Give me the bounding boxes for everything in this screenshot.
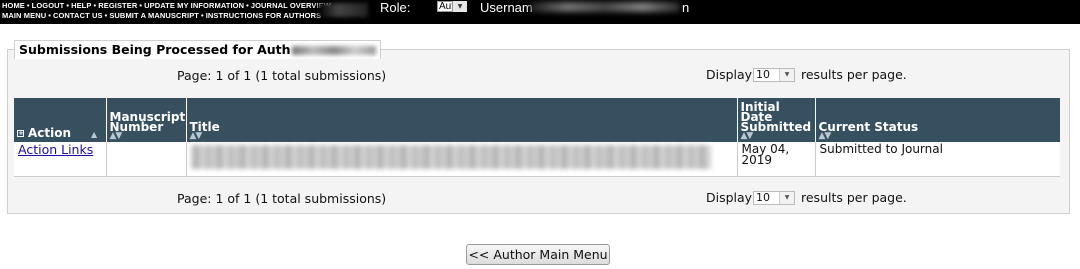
nav-register-link[interactable]: REGISTER — [98, 1, 137, 10]
nav-row-1: HOME • LOGOUT • HELP • REGISTER • UPDATE MY INFO… — [2, 1, 331, 10]
chevron-down-icon[interactable]: ▼ — [779, 69, 794, 81]
column-header-manuscript-number[interactable]: Manuscript Number ▲▼ — [106, 98, 187, 142]
display-label-top: Display — [706, 67, 753, 82]
nav-separator: • — [93, 1, 97, 10]
redacted-nav-area — [318, 3, 368, 17]
redacted-author-name — [291, 46, 376, 55]
nav-submit-manuscript-link[interactable]: SUBMIT A MANUSCRIPT — [109, 11, 199, 20]
per-page-value-top: 10 — [756, 68, 770, 81]
username-tail: n — [682, 0, 690, 15]
nav-home-link[interactable]: HOME — [2, 1, 25, 10]
nav-separator: • — [201, 11, 204, 20]
per-page-select-top[interactable]: 10 ▼ — [753, 68, 795, 82]
chevron-down-icon[interactable]: ▼ — [452, 1, 467, 12]
table-header-row: + Action ▲ Manuscript Number ▲▼ Title ▲▼ I… — [14, 98, 1060, 142]
manuscript-number-cell — [106, 142, 187, 176]
nav-row-2: MAIN MENU • CONTACT US • SUBMIT A MANUSCRIPT… — [2, 11, 321, 20]
results-per-page-label-bottom: results per page. — [801, 190, 907, 205]
redacted-username — [530, 2, 680, 12]
username-label: Usernam — [480, 0, 533, 15]
role-label: Role: — [380, 0, 411, 15]
nav-separator: • — [48, 11, 51, 20]
nav-contact-us-link[interactable]: CONTACT US — [53, 11, 103, 20]
nav-logout-link[interactable]: LOGOUT — [32, 1, 65, 10]
date-cell: May 04, 2019 — [737, 142, 816, 176]
panel-legend: Submissions Being Processed for Auth — [14, 40, 381, 59]
action-links-link[interactable]: Action Links — [18, 142, 93, 157]
nav-help-link[interactable]: HELP — [71, 1, 91, 10]
page-info-bottom: Page: 1 of 1 (1 total submissions) — [177, 191, 387, 206]
nav-separator: • — [26, 1, 30, 10]
submissions-table: + Action ▲ Manuscript Number ▲▼ Title ▲▼ I… — [14, 98, 1060, 177]
column-header-initial-date-label: Initial Date Submitted — [740, 100, 812, 134]
table-row: Action Links May 04, 2019 Submitted to J… — [14, 142, 1060, 176]
nav-separator: • — [104, 11, 108, 20]
panel-legend-text: Submissions Being Processed for Auth — [19, 42, 291, 57]
status-cell: Submitted to Journal — [819, 142, 943, 156]
nav-separator: • — [139, 1, 143, 10]
column-header-current-status-label: Current Status — [818, 120, 919, 134]
sort-arrows-icon[interactable]: ▲▼ — [190, 132, 734, 141]
expand-icon[interactable]: + — [17, 130, 24, 137]
column-header-current-status[interactable]: Current Status ▲▼ — [815, 98, 1060, 142]
column-header-initial-date[interactable]: Initial Date Submitted ▲▼ — [737, 98, 816, 142]
per-page-select-bottom[interactable]: 10 ▼ — [753, 191, 795, 205]
results-per-page-label-top: results per page. — [801, 67, 907, 82]
column-header-title[interactable]: Title ▲▼ — [186, 98, 738, 142]
nav-update-info-link[interactable]: UPDATE MY INFORMATION — [144, 1, 244, 10]
nav-instructions-link[interactable]: INSTRUCTIONS FOR AUTHORS — [206, 11, 321, 20]
display-label-bottom: Display — [706, 190, 753, 205]
nav-separator: • — [246, 1, 249, 10]
page-info-top: Page: 1 of 1 (1 total submissions) — [177, 68, 387, 83]
action-cell: Action Links — [14, 142, 107, 176]
nav-separator: • — [66, 1, 70, 10]
per-page-value-bottom: 10 — [756, 191, 770, 204]
top-nav-bar: HOME • LOGOUT • HELP • REGISTER • UPDATE MY INFO… — [0, 0, 1080, 24]
column-header-action-label: Action — [28, 126, 72, 140]
nav-main-menu-link[interactable]: MAIN MENU — [2, 11, 46, 20]
redacted-title — [190, 145, 711, 169]
author-main-menu-button[interactable]: << Author Main Menu — [466, 244, 610, 265]
column-header-action[interactable]: + Action ▲ — [14, 98, 107, 142]
chevron-down-icon[interactable]: ▼ — [779, 192, 794, 204]
sort-arrows-icon[interactable]: ▲ — [91, 130, 97, 139]
title-cell — [186, 142, 738, 176]
